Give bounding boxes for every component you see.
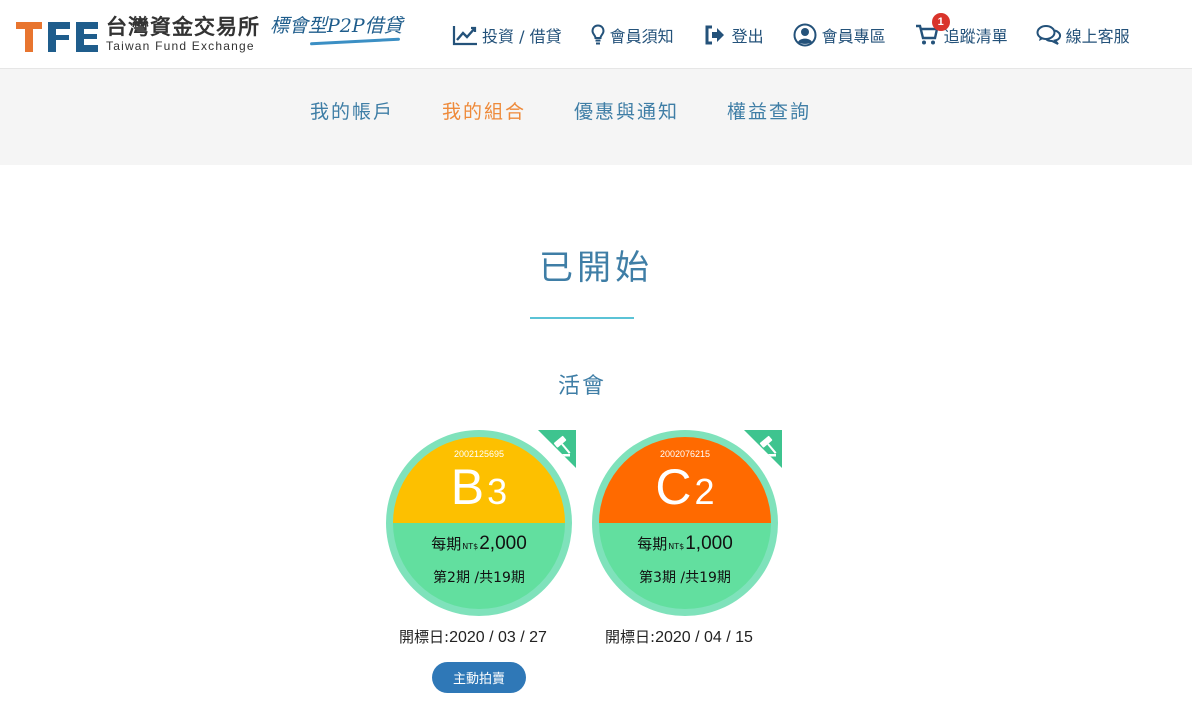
currency-unit: NT$	[668, 542, 685, 551]
group-bottom: 每期NT$2,000 第2期 /共19期	[393, 523, 565, 609]
group-id: 2002076215	[659, 449, 711, 459]
user-circle-icon	[792, 22, 818, 48]
tab-my-account[interactable]: 我的帳戶	[310, 97, 394, 124]
nav-label: 登出	[731, 26, 764, 46]
brand-slogan: 標會型P2P借貸	[270, 15, 403, 37]
sign-out-icon	[702, 22, 728, 48]
brand-logo[interactable]: 台灣資金交易所 Taiwan Fund Exchange 標會型P2P借貸	[16, 12, 403, 53]
group-code: C2	[599, 459, 771, 528]
group-code: B3	[393, 459, 565, 528]
page-title: 已開始	[539, 248, 653, 288]
per-label: 每期	[637, 535, 668, 553]
nav-label: 線上客服	[1065, 26, 1130, 46]
nav-label: 追蹤清單	[943, 26, 1008, 46]
group-top: 2002125695 B3	[393, 437, 565, 523]
account-subnav: 我的帳戶 我的組合 優惠與通知 權益查詢	[0, 69, 1192, 165]
nav-label: 會員專區	[821, 26, 886, 46]
brand-text: 台灣資金交易所 Taiwan Fund Exchange	[106, 14, 260, 54]
group-card: 2002076215 C2 每期NT$1,000 第3期 /共19期 開標日:2…	[592, 430, 782, 646]
active-auction-button[interactable]: 主動拍賣	[432, 662, 526, 693]
open-date-value: 2020 / 04 / 15	[655, 629, 753, 646]
period-progress: 第2期 /共19期	[433, 570, 525, 586]
title-divider	[530, 317, 634, 319]
nav-label: 會員須知	[609, 26, 674, 46]
chat-icon	[1036, 22, 1062, 48]
amount: 2,000	[479, 533, 527, 554]
open-date-value: 2020 / 03 / 27	[449, 629, 547, 646]
line-chart-icon	[452, 22, 478, 48]
group-letter: B	[450, 459, 485, 515]
tab-rights-inquiry[interactable]: 權益查詢	[727, 97, 811, 124]
group-card: 2002125695 B3 每期NT$2,000 第2期 /共19期 開標日:2…	[386, 430, 576, 693]
amount: 1,000	[685, 533, 733, 554]
currency-unit: NT$	[462, 542, 479, 551]
nav-watchlist[interactable]: 1 追蹤清單	[914, 12, 1008, 48]
nav-invest-borrow[interactable]: 投資 / 借貸	[452, 22, 562, 48]
open-date-label: 開標日:	[605, 628, 656, 646]
group-circle[interactable]: 2002076215 C2 每期NT$1,000 第3期 /共19期	[592, 430, 778, 616]
tab-my-portfolio[interactable]: 我的組合	[442, 97, 526, 124]
brand-name-en: Taiwan Fund Exchange	[106, 39, 255, 53]
period-progress: 第3期 /共19期	[639, 570, 731, 586]
lightbulb-icon	[590, 22, 606, 48]
group-number: 3	[487, 471, 508, 512]
group-bottom: 每期NT$1,000 第3期 /共19期	[599, 523, 771, 609]
nav-label: 投資 / 借貸	[482, 26, 562, 46]
main-nav: 投資 / 借貸 會員須知 登出 會員專區 1 追蹤清單 線上客服	[452, 0, 1130, 69]
group-number: 2	[694, 471, 715, 512]
top-header: 台灣資金交易所 Taiwan Fund Exchange 標會型P2P借貸 投資…	[0, 0, 1192, 69]
per-period-amount: 每期NT$2,000	[393, 533, 565, 555]
tfe-logo-mark	[16, 12, 100, 52]
nav-online-support[interactable]: 線上客服	[1036, 22, 1130, 48]
group-top: 2002076215 C2	[599, 437, 771, 523]
open-date-label: 開標日:	[399, 628, 450, 646]
group-letter: C	[655, 459, 692, 515]
open-date: 開標日:2020 / 04 / 15	[572, 626, 786, 647]
tab-offers-notifications[interactable]: 優惠與通知	[574, 97, 679, 124]
brand-name-zh: 台灣資金交易所	[106, 14, 260, 39]
nav-logout[interactable]: 登出	[702, 22, 764, 48]
group-circle[interactable]: 2002125695 B3 每期NT$2,000 第2期 /共19期	[386, 430, 572, 616]
nav-member-area[interactable]: 會員專區	[792, 22, 886, 48]
group-id: 2002125695	[453, 449, 505, 459]
watchlist-count-badge: 1	[931, 12, 950, 31]
open-date: 開標日:2020 / 03 / 27	[366, 626, 580, 647]
per-label: 每期	[431, 535, 462, 553]
section-title: 活會	[557, 374, 606, 399]
nav-member-notice[interactable]: 會員須知	[590, 22, 674, 48]
per-period-amount: 每期NT$1,000	[599, 533, 771, 555]
